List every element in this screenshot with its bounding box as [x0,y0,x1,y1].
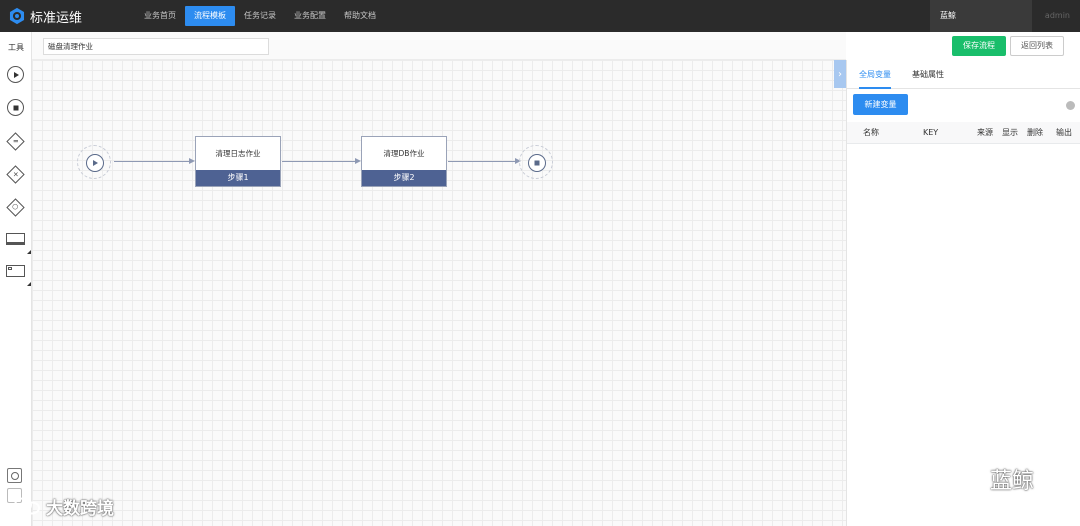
collapse-panel-button[interactable]: › [834,60,846,88]
start-event-icon[interactable] [7,66,24,83]
column-output: 输出 [1056,128,1072,137]
variables-table-header: 名称 KEY 来源 显示 删除 输出 [847,122,1080,144]
column-source: 来源 [977,128,993,137]
target-icon [10,471,19,480]
end-event-icon [528,154,546,172]
column-delete: 删除 [1027,128,1043,137]
expand-corner-icon [27,282,31,286]
expand-corner-icon [27,250,31,254]
chevron-right-icon: › [838,68,842,80]
start-event-node[interactable] [77,145,111,179]
new-variable-button[interactable]: 新建变量 [853,94,908,115]
nav-item-home[interactable]: 业务首页 [135,6,185,26]
converge-gateway-icon[interactable]: ○ [6,198,25,217]
main-nav: 业务首页 流程模板 任务记录 业务配置 帮助文档 [135,6,385,26]
variables-panel: 全局变量 基础属性 新建变量 名称 KEY 来源 显示 删除 输出 [846,60,1080,526]
flow-canvas[interactable]: 清理日志作业 步骤1 清理DB作业 步骤2 [32,60,846,526]
nav-item-business-config[interactable]: 业务配置 [285,6,335,26]
task-node[interactable]: 清理日志作业 步骤1 [195,136,281,187]
column-name: 名称 [863,128,879,137]
locate-button[interactable] [7,468,22,483]
gear-logo-icon [9,7,25,25]
parallel-gateway-icon[interactable]: = [6,132,25,151]
task-node-icon[interactable] [6,233,25,245]
task-node-step: 步骤2 [362,170,446,186]
connector-line[interactable] [114,161,190,162]
tab-global-variables[interactable]: 全局变量 [859,60,891,89]
task-node-title: 清理DB作业 [383,149,425,158]
watermark-left: 大数跨境 [12,494,114,519]
task-node[interactable]: 清理DB作业 步骤2 [361,136,447,187]
connector-line[interactable] [282,161,356,162]
nav-item-help-docs[interactable]: 帮助文档 [335,6,385,26]
exclusive-gateway-icon[interactable]: × [6,165,25,184]
tab-basic-properties[interactable]: 基础属性 [912,60,944,89]
app-title: 标准运维 [30,10,83,26]
flow-name-input[interactable]: 磁盘清理作业 [43,38,269,55]
watermark-right: 蓝鲸 [944,462,1034,496]
info-dot-icon[interactable] [1066,101,1075,110]
user-area: 蓝鲸 [930,0,1032,32]
business-name[interactable]: 蓝鲸 [940,0,956,32]
start-event-icon [86,154,104,172]
end-event-node[interactable] [519,145,553,179]
task-node-step: 步骤1 [196,170,280,186]
tool-palette-label: 工具 [8,43,24,52]
top-navbar: 标准运维 业务首页 流程模板 任务记录 业务配置 帮助文档 蓝鲸 admin [0,0,1080,32]
back-to-list-button[interactable]: 返回列表 [1010,36,1064,56]
watermark-right-text: 蓝鲸 [990,469,1035,494]
tool-palette: 工具 = × ○ [0,32,32,526]
task-node-title: 清理日志作业 [215,149,261,158]
subprocess-node-icon[interactable] [6,265,25,277]
wechat-icon [945,466,982,492]
panel-tabs: 全局变量 基础属性 [847,60,1080,89]
end-event-icon[interactable] [7,99,24,116]
nav-item-task-records[interactable]: 任务记录 [235,6,285,26]
admin-user[interactable]: admin [1045,0,1070,32]
wechat-icon [14,497,40,515]
app-logo[interactable]: 标准运维 [8,6,82,26]
nav-item-flow-template[interactable]: 流程模板 [185,6,235,26]
watermark-left-text: 大数跨境 [46,498,114,519]
connector-line[interactable] [448,161,516,162]
save-flow-button[interactable]: 保存流程 [952,36,1006,56]
column-show: 显示 [1002,128,1018,137]
column-key: KEY [923,128,939,137]
